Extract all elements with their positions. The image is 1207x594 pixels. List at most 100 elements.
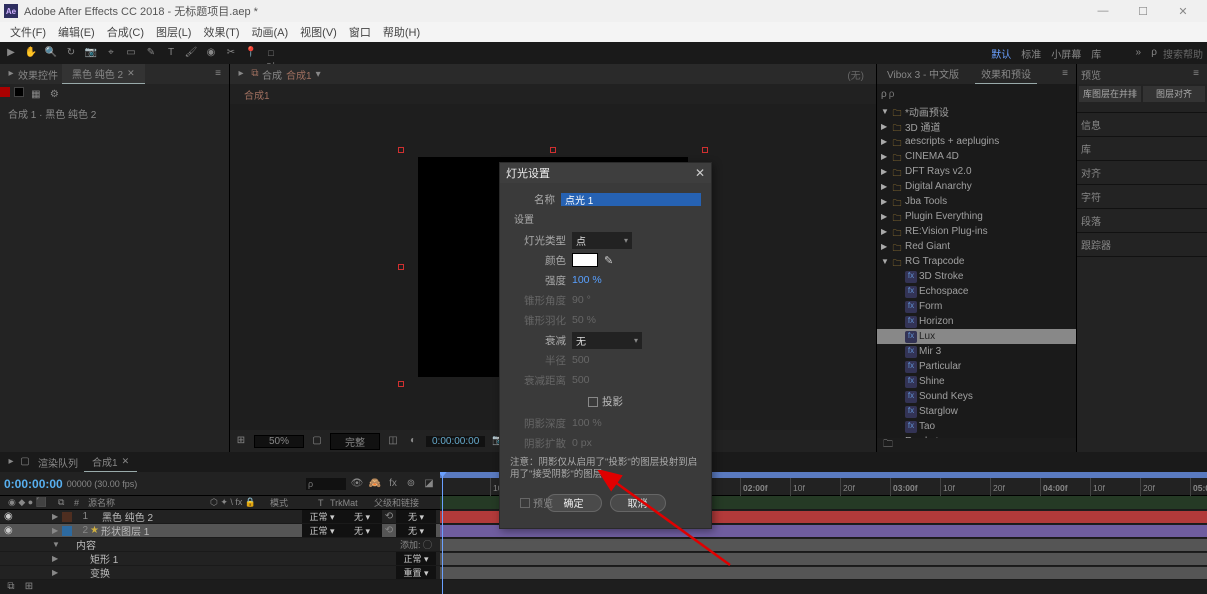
workspace-mode[interactable]: 库 [1091, 46, 1101, 61]
camera-tool-icon[interactable]: 📷 [84, 46, 98, 60]
effect-item[interactable]: fxMir 3 [877, 344, 1076, 359]
effect-item[interactable]: fxEchospace [877, 284, 1076, 299]
handle-l[interactable] [398, 264, 404, 270]
zoom-tool-icon[interactable]: 🔍 [44, 46, 58, 60]
timeline-search[interactable] [306, 478, 346, 490]
effects-tab[interactable]: 效果和预设 [975, 64, 1037, 84]
puppet-tool-icon[interactable]: 📍 [244, 46, 258, 60]
effect-item[interactable]: fxStarglow [877, 404, 1076, 419]
panel-chevron-icon[interactable]: ▸ [4, 455, 18, 469]
anchor-tool-icon[interactable]: ⌖ [104, 46, 118, 60]
effect-folder[interactable]: ▶🗀Plugin Everything [877, 209, 1076, 224]
tool-button[interactable]: 库图层在并排 [1079, 86, 1141, 102]
tool-button[interactable]: 图层对齐 [1143, 86, 1205, 102]
zoom-dropdown[interactable]: 50% [254, 435, 304, 448]
panel-menu-icon[interactable]: ≡ [211, 67, 225, 81]
eye-icon[interactable]: 👁 [350, 477, 364, 491]
preview-checkbox[interactable] [520, 498, 530, 508]
effect-folder[interactable]: ▶🗀Jba Tools [877, 194, 1076, 209]
hand-tool-icon[interactable]: ✋ [24, 46, 38, 60]
stamp-tool-icon[interactable]: ◉ [204, 46, 218, 60]
grid-icon[interactable]: ⊞ [234, 434, 248, 448]
tab-comp[interactable]: 合成1 ✕ [84, 452, 137, 472]
gear-icon[interactable]: ⚙ [47, 88, 61, 102]
panel-chevron-icon[interactable]: ▸ [4, 67, 18, 81]
toggle-switches-icon[interactable]: ⧉ [4, 580, 18, 594]
effect-item[interactable]: fxShine [877, 374, 1076, 389]
playhead[interactable] [442, 472, 443, 594]
handle-bl[interactable] [398, 381, 404, 387]
layer-icon[interactable]: ⧉ [248, 67, 262, 81]
caret-icon[interactable]: ▶ [52, 568, 62, 577]
menu-item[interactable]: 文件(F) [4, 22, 52, 42]
close-icon[interactable]: ✕ [122, 456, 130, 467]
tool-section[interactable]: 段落 [1077, 209, 1207, 233]
menu-item[interactable]: 编辑(E) [52, 22, 101, 42]
mode-dropdown[interactable]: 正常 ▾ [396, 552, 436, 565]
trkmat-dropdown[interactable]: 无 ▾ [342, 524, 382, 537]
render-queue-icon[interactable]: ▢ [18, 455, 32, 469]
handle-t[interactable] [550, 147, 556, 153]
effect-folder[interactable]: ▶🗀3D 通道 [877, 119, 1076, 134]
tool-section[interactable]: 跟踪器 [1077, 233, 1207, 257]
workspace-mode[interactable]: 默认 [991, 46, 1011, 61]
menu-item[interactable]: 窗口 [343, 22, 377, 42]
effect-folder[interactable]: ▶🗀aescripts + aeplugins [877, 134, 1076, 149]
timeline-layer-row[interactable]: ▶矩形 1正常 ▾ [0, 552, 440, 566]
mode-dropdown[interactable]: 正常 ▾ [302, 510, 342, 523]
rect-tool-icon[interactable]: ▭ [124, 46, 138, 60]
layer-color[interactable] [62, 512, 72, 522]
new-folder-icon[interactable]: 🗀 [881, 438, 895, 452]
res-icon[interactable]: ▢ [310, 434, 324, 448]
guides-icon[interactable]: ◫ [386, 434, 400, 448]
menu-item[interactable]: 合成(C) [101, 22, 150, 42]
workspace-mode[interactable]: 小屏幕 [1051, 46, 1081, 61]
caret-icon[interactable]: ▶ [52, 554, 62, 563]
tool-section[interactable]: 库 [1077, 137, 1207, 161]
layer-color[interactable] [62, 526, 72, 536]
mode-dropdown[interactable]: 重置 ▾ [396, 566, 436, 579]
falloff-dropdown[interactable]: 无▾ [572, 332, 642, 349]
roto-tool-icon[interactable]: ✂ [224, 46, 238, 60]
ok-button[interactable]: 确定 [546, 494, 602, 512]
parent-dropdown[interactable]: 无 ▾ [396, 510, 436, 523]
fx-icon[interactable]: fx [386, 477, 400, 491]
shadow-checkbox[interactable] [588, 397, 598, 407]
window-close[interactable]: ✕ [1163, 0, 1203, 22]
mode-dropdown[interactable]: 正常 ▾ [302, 524, 342, 537]
effects-tab[interactable]: Vibox 3 - 中文版 [881, 64, 965, 84]
add-button[interactable]: 添加: ◯ [396, 538, 436, 551]
tool-section[interactable]: 对齐 [1077, 161, 1207, 185]
search-help-placeholder[interactable]: 搜索帮助 [1163, 46, 1203, 61]
mask-icon[interactable]: ◐ [406, 434, 420, 448]
effect-folder[interactable]: ▶🗀DFT Rays v2.0 [877, 164, 1076, 179]
eye-icon[interactable]: ◉ [4, 525, 16, 536]
comp-tab[interactable]: 合成1 [234, 85, 280, 104]
effect-folder[interactable]: ▶🗀Red Giant [877, 239, 1076, 254]
menu-item[interactable]: 视图(V) [294, 22, 343, 42]
rotate-tool-icon[interactable]: ↻ [64, 46, 78, 60]
chevron-right-icon[interactable]: » [1131, 46, 1145, 60]
tab-render-queue[interactable]: 渲染队列 [32, 455, 84, 470]
effect-folder[interactable]: ▼🗀RG Trapcode [877, 254, 1076, 269]
effect-folder[interactable]: ▼🗀*动画预设 [877, 104, 1076, 119]
handle-tr[interactable] [702, 147, 708, 153]
shy-icon[interactable]: 🙈 [368, 477, 382, 491]
effect-item[interactable]: fxForm [877, 299, 1076, 314]
window-max[interactable]: ☐ [1123, 0, 1163, 22]
effects-tree[interactable]: ▼🗀*动画预设▶🗀3D 通道▶🗀aescripts + aeplugins▶🗀C… [877, 104, 1076, 438]
trkmat-dropdown[interactable]: 无 ▾ [342, 510, 382, 523]
parent-dropdown[interactable]: 无 ▾ [396, 524, 436, 537]
type-dropdown[interactable]: 点▾ [572, 232, 632, 249]
menu-item[interactable]: 图层(L) [150, 22, 197, 42]
effect-item[interactable]: fx3D Stroke [877, 269, 1076, 284]
panel-menu-icon[interactable]: ≡ [1058, 67, 1072, 81]
tool-section[interactable]: 字符 [1077, 185, 1207, 209]
search-input[interactable] [887, 88, 1072, 101]
selection-tool-icon[interactable]: ▶ [4, 46, 18, 60]
caret-icon[interactable]: ▶ [52, 512, 62, 521]
timeline-layer-row[interactable]: ▶变换重置 ▾ [0, 566, 440, 580]
close-icon[interactable]: ✕ [127, 68, 135, 79]
effect-folder[interactable]: ▶🗀RE:Vision Plug-ins [877, 224, 1076, 239]
close-icon[interactable]: ✕ [695, 166, 705, 180]
